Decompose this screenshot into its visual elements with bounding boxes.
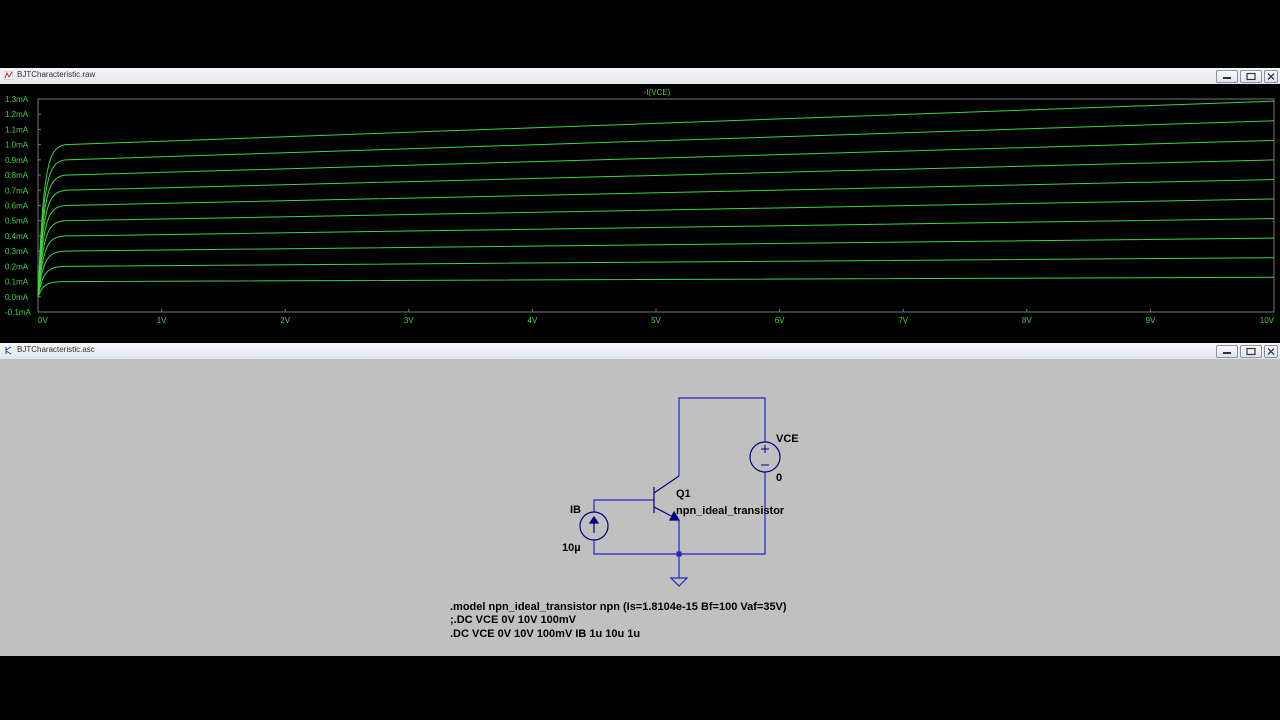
- minimize-icon: [1223, 352, 1231, 354]
- y-tick-label: 1.1mA: [5, 125, 29, 134]
- y-tick-label: 1.2mA: [5, 110, 29, 119]
- x-tick-label: 1V: [157, 316, 167, 325]
- schematic-window: BJTCharacteristic.asc Q1 npn_ideal_trans…: [0, 343, 1280, 656]
- y-tick-label: 0.0mA: [5, 293, 29, 302]
- y-tick-label: 0.2mA: [5, 262, 29, 271]
- waveform-plot-pane[interactable]: 1.3mA 1.2mA 1.1mA 1.0mA 0.9mA 0.8mA 0.7mA 0.6mA…: [0, 84, 1280, 332]
- x-tick-label: 7V: [898, 316, 908, 325]
- trace-line[interactable]: [37, 276, 1275, 298]
- schematic-canvas[interactable]: Q1 npn_ideal_transistor VCE 0 IB 10µ .mo…: [3, 360, 1280, 656]
- y-axis-ticks: 1.3mA 1.2mA 1.1mA 1.0mA 0.9mA 0.8mA 0.7mA 0.6mA…: [5, 95, 41, 317]
- y-tick-label: -0.1mA: [5, 308, 31, 317]
- vce-value-label[interactable]: 0: [776, 472, 782, 484]
- x-tick-label: 8V: [1022, 316, 1032, 325]
- y-tick-label: 0.8mA: [5, 171, 29, 180]
- schematic-window-title: BJTCharacteristic.asc: [17, 345, 95, 354]
- wire-ib-bottom[interactable]: [593, 540, 679, 555]
- q1-name-label[interactable]: Q1: [676, 488, 691, 500]
- plot-frame: [37, 98, 1275, 313]
- ib-name-label[interactable]: IB: [570, 504, 581, 516]
- wire-ib-top[interactable]: [593, 499, 654, 512]
- minimize-icon: [1223, 77, 1231, 79]
- trace-line[interactable]: [37, 120, 1275, 297]
- restore-button[interactable]: [1240, 345, 1262, 358]
- trace-line[interactable]: [37, 218, 1275, 297]
- restore-icon: [1246, 72, 1256, 81]
- y-tick-label: 0.3mA: [5, 247, 29, 256]
- waveform-titlebar[interactable]: BJTCharacteristic.raw: [0, 68, 1280, 85]
- directive-dc-commented[interactable]: ;.DC VCE 0V 10V 100mV: [450, 614, 577, 626]
- trace-line[interactable]: [37, 257, 1275, 297]
- restore-icon: [1246, 347, 1256, 356]
- x-tick-label: 6V: [775, 316, 785, 325]
- y-tick-label: 1.0mA: [5, 141, 29, 150]
- x-tick-label: 9V: [1146, 316, 1156, 325]
- close-icon: [1267, 73, 1275, 80]
- directive-model[interactable]: .model npn_ideal_transistor npn (Is=1.81…: [450, 601, 787, 613]
- minimize-button[interactable]: [1216, 70, 1238, 83]
- close-button[interactable]: [1264, 345, 1278, 358]
- y-tick-label: 0.6mA: [5, 202, 29, 211]
- y-tick-label: 0.9mA: [5, 156, 29, 165]
- y-tick-label: 0.5mA: [5, 217, 29, 226]
- schematic-titlebar[interactable]: BJTCharacteristic.asc: [0, 343, 1280, 360]
- junction-dot: [676, 551, 682, 557]
- waveform-app-icon: [4, 71, 13, 80]
- x-axis-ticks: 0V 1V 2V 3V 4V 5V 6V 7V 8V 9V 10V: [37, 309, 1275, 325]
- waveform-window: BJTCharacteristic.raw 1.3mA 1.2mA 1.1mA 1.0…: [0, 68, 1280, 332]
- minimize-button[interactable]: [1216, 345, 1238, 358]
- x-tick-label: 5V: [651, 316, 661, 325]
- waveform-window-title: BJTCharacteristic.raw: [17, 70, 96, 79]
- restore-button[interactable]: [1240, 70, 1262, 83]
- vce-name-label[interactable]: VCE: [776, 433, 799, 445]
- schematic-drawing[interactable]: Q1 npn_ideal_transistor VCE 0 IB 10µ .mo…: [3, 360, 1280, 656]
- x-tick-label: 10V: [1260, 316, 1275, 325]
- q1-model-label[interactable]: npn_ideal_transistor: [676, 505, 785, 517]
- plot-grid: [37, 98, 1275, 313]
- ib-value-label[interactable]: 10µ: [562, 542, 581, 554]
- vce-voltage-source[interactable]: [749, 441, 781, 473]
- close-button[interactable]: [1264, 70, 1278, 83]
- schematic-app-icon: [5, 346, 12, 355]
- window-separator: [0, 334, 1280, 342]
- trace-line[interactable]: [37, 100, 1275, 297]
- y-tick-label: 0.1mA: [5, 278, 29, 287]
- y-tick-label: 0.7mA: [5, 186, 29, 195]
- y-tick-label: 1.3mA: [5, 95, 29, 104]
- trace-line[interactable]: [37, 139, 1275, 297]
- directive-dc-sweep[interactable]: .DC VCE 0V 10V 100mV IB 1u 10u 1u: [450, 628, 640, 640]
- waveform-plot[interactable]: 1.3mA 1.2mA 1.1mA 1.0mA 0.9mA 0.8mA 0.7mA 0.6mA…: [0, 84, 1280, 332]
- ground-symbol[interactable]: [669, 577, 689, 587]
- trace-line[interactable]: [37, 237, 1275, 297]
- trace-line[interactable]: [37, 198, 1275, 297]
- y-tick-label: 0.4mA: [5, 232, 29, 241]
- trace-group[interactable]: [37, 100, 1275, 298]
- trace-line[interactable]: [37, 159, 1275, 297]
- x-tick-label: 0V: [38, 316, 48, 325]
- trace-label[interactable]: -I(VCE): [644, 88, 671, 97]
- x-tick-label: 3V: [404, 316, 414, 325]
- x-tick-label: 4V: [528, 316, 538, 325]
- ib-current-source[interactable]: [579, 511, 609, 541]
- close-icon: [1267, 348, 1275, 355]
- x-tick-label: 2V: [280, 316, 290, 325]
